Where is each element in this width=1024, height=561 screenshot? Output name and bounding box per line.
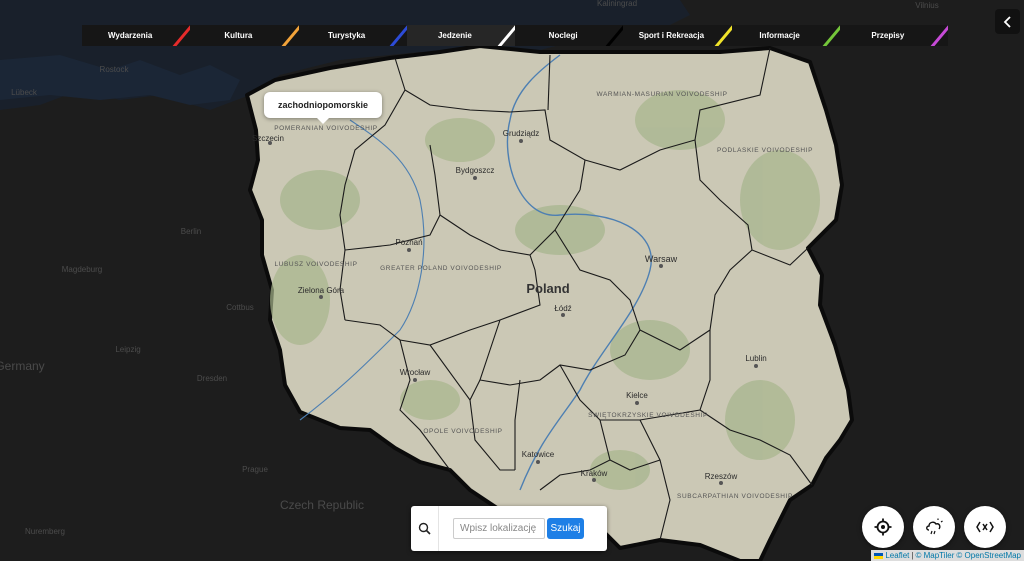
- city-label-bydgoszcz: Bydgoszcz: [456, 166, 495, 175]
- attribution-separator: |: [911, 551, 914, 560]
- openstreetmap-link[interactable]: © OpenStreetMap: [956, 551, 1021, 560]
- crosshair-icon: [874, 518, 892, 536]
- category-color-stripe: [930, 25, 948, 46]
- outside-label-nuremberg: Nuremberg: [25, 527, 65, 536]
- collapse-panel-button[interactable]: [995, 9, 1020, 34]
- region-label-podlaskie: PODLASKIE VOIVODESHIP: [717, 147, 813, 154]
- chevron-left-icon: [1003, 15, 1011, 28]
- weather-button[interactable]: [913, 506, 955, 548]
- location-search-input[interactable]: [453, 518, 545, 539]
- outside-label-germany: Germany: [0, 359, 45, 373]
- tab-informacje[interactable]: Informacje: [731, 25, 840, 46]
- outside-label-czech-republic: Czech Republic: [280, 498, 364, 512]
- outside-label-berlin: Berlin: [181, 227, 201, 236]
- tab-przepisy[interactable]: Przepisy: [839, 25, 948, 46]
- category-color-stripe: [605, 25, 624, 46]
- region-label-swietokrzyskie: ŚWIĘTOKRZYSKIE VOIVODESHIP: [588, 410, 708, 419]
- city-label-rzeszow: Rzeszów: [705, 472, 738, 481]
- search-icon-box: [411, 506, 439, 551]
- category-color-stripe: [714, 25, 732, 46]
- search-submit-button[interactable]: Szukaj: [547, 518, 584, 539]
- outside-label-magdeburg: Magdeburg: [62, 265, 102, 274]
- tab-jedzenie[interactable]: Jedzenie: [406, 25, 515, 46]
- tab-turystyka[interactable]: Turystyka: [298, 25, 407, 46]
- city-label-wroclaw: Wrocław: [400, 368, 431, 377]
- maptiler-link[interactable]: © MapTiler: [915, 551, 954, 560]
- weather-cloud-icon: [926, 518, 943, 535]
- ukraine-flag-icon: [874, 552, 884, 559]
- search-icon: [418, 522, 431, 535]
- region-label-warmian-masurian: WARMIAN-MASURIAN VOIVODESHIP: [596, 91, 727, 98]
- expand-icon: [976, 521, 994, 533]
- fullscreen-button[interactable]: [964, 506, 1006, 548]
- map-attribution: Leaflet | © MapTiler © OpenStreetMap: [871, 550, 1024, 561]
- category-tab-bar: Wydarzenia Kultura Turystyka Jedzenie No…: [82, 25, 948, 46]
- region-tooltip: zachodniopomorskie: [264, 92, 382, 124]
- tab-noclegi[interactable]: Noclegi: [515, 25, 624, 46]
- outside-label-kaliningrad: Kaliningrad: [597, 0, 637, 8]
- country-label-poland: Poland: [526, 281, 569, 296]
- outside-label-prague: Prague: [242, 465, 268, 474]
- category-color-stripe: [497, 25, 515, 46]
- outside-label-vilnius: Vilnius: [915, 1, 938, 10]
- region-label-opole: OPOLE VOIVODESHIP: [423, 428, 502, 435]
- tab-kultura[interactable]: Kultura: [190, 25, 299, 46]
- city-label-lodz: Łódź: [554, 304, 571, 313]
- category-color-stripe: [172, 25, 191, 46]
- outside-label-lubeck: Lübeck: [11, 88, 38, 97]
- region-label-lubusz: LUBUSZ VOIVODESHIP: [274, 261, 357, 268]
- region-label-pomeranian: POMERANIAN VOIVODESHIP: [274, 125, 378, 132]
- city-label-katowice: Katowice: [522, 450, 555, 459]
- tab-sport-i-rekreacja[interactable]: Sport i Rekreacja: [623, 25, 732, 46]
- locate-me-button[interactable]: [862, 506, 904, 548]
- city-label-lublin: Lublin: [745, 354, 766, 363]
- region-label-greater-poland: GREATER POLAND VOIVODESHIP: [380, 265, 502, 272]
- category-color-stripe: [822, 25, 840, 46]
- outside-label-rostock: Rostock: [100, 65, 130, 74]
- location-search-box: Szukaj: [411, 506, 607, 551]
- region-tooltip-label: zachodniopomorskie: [277, 100, 368, 110]
- city-label-warsaw: Warsaw: [645, 254, 678, 264]
- city-label-krakow: Kraków: [581, 469, 608, 478]
- city-label-grudziadz: Grudziądz: [503, 129, 539, 138]
- outside-label-leipzig: Leipzig: [115, 345, 140, 354]
- region-label-subcarpathian: SUBCARPATHIAN VOIVODESHIP: [677, 493, 793, 500]
- city-label-szczecin: Szczecin: [252, 134, 284, 143]
- city-label-kielce: Kielce: [626, 391, 648, 400]
- city-label-zielona-gora: Zielona Góra: [298, 286, 345, 295]
- tooltip-pointer: [317, 118, 329, 124]
- city-label-poznan: Poznań: [395, 238, 422, 247]
- category-color-stripe: [281, 25, 299, 46]
- map-canvas[interactable]: POMERANIAN VOIVODESHIP WARMIAN-MASURIAN …: [0, 0, 1024, 561]
- category-color-stripe: [389, 25, 407, 46]
- outside-label-dresden: Dresden: [197, 374, 227, 383]
- tab-wydarzenia[interactable]: Wydarzenia: [82, 25, 191, 46]
- leaflet-link[interactable]: Leaflet: [885, 551, 909, 560]
- outside-label-cottbus: Cottbus: [226, 303, 254, 312]
